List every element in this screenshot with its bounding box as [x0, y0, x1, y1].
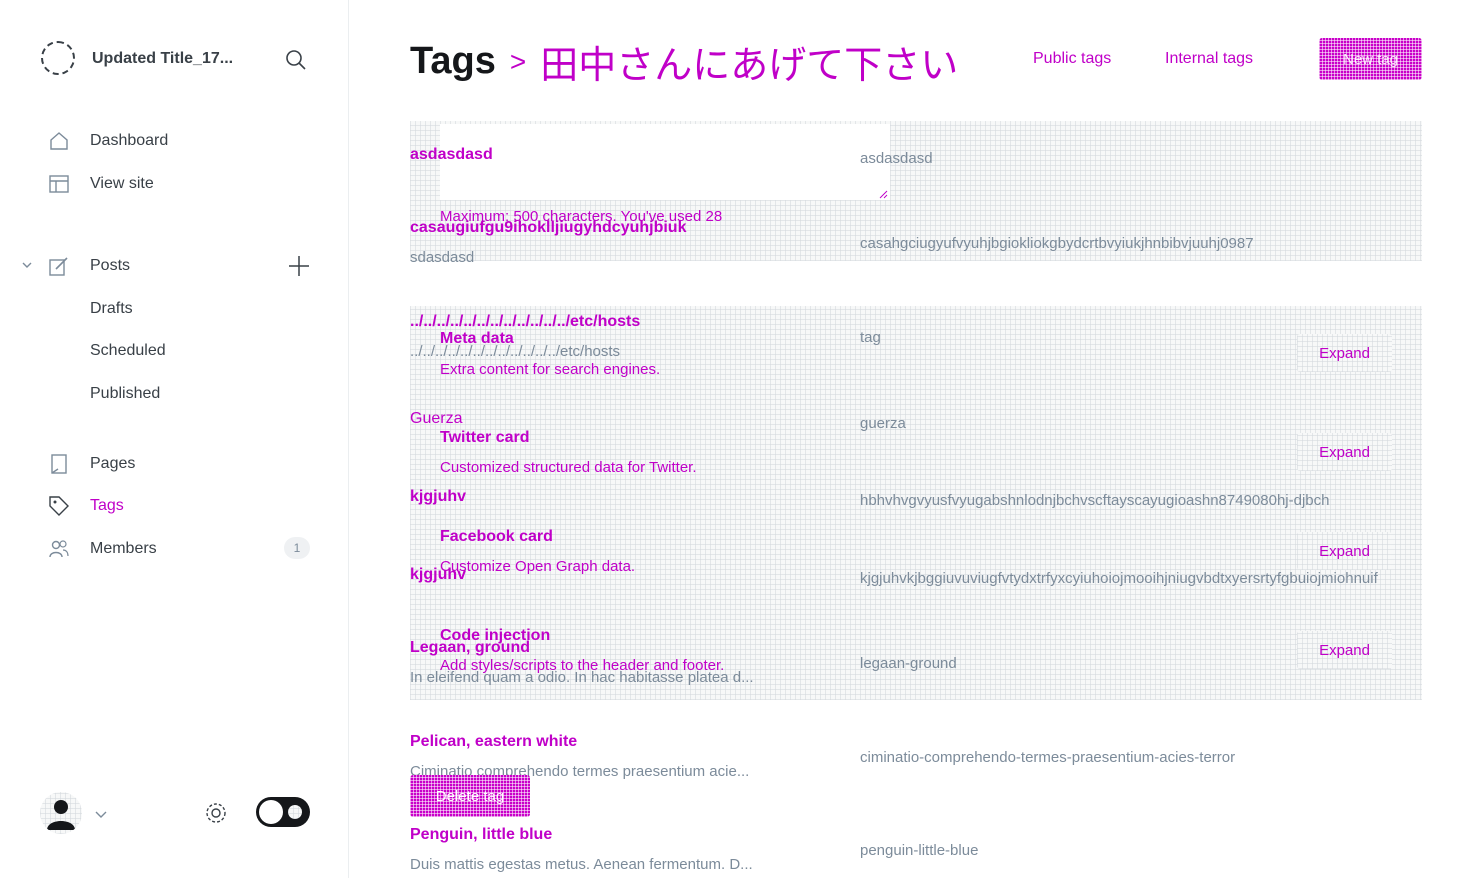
description-textarea[interactable]	[440, 124, 890, 200]
meta-data-title: Meta data	[440, 330, 514, 347]
sidebar-item-view-site[interactable]: View site	[0, 169, 348, 199]
resize-handle-icon	[878, 186, 888, 204]
search-icon[interactable]	[284, 48, 308, 77]
tag-slug: kjgjuhvkjbggiuvuviugfvtydxtrfyxcyiuhoioj…	[860, 570, 1378, 587]
facebook-card-subtitle: Customize Open Graph data.	[440, 558, 636, 575]
sidebar-item-label: Scheduled	[90, 342, 166, 359]
tag-slug: ciminatio-comprehendo-termes-praesentium…	[860, 749, 1236, 766]
tag-description: Duis mattis egestas metus. Aenean fermen…	[410, 856, 753, 873]
sidebar-item-dashboard[interactable]: Dashboard	[0, 126, 348, 156]
tab-internal-tags[interactable]: Internal tags	[1165, 50, 1253, 68]
breadcrumb-tags[interactable]: Tags	[410, 40, 496, 83]
breadcrumb-separator: >	[509, 45, 527, 77]
sidebar-item-pages[interactable]: Pages	[0, 449, 348, 479]
tag-slug: tag	[860, 329, 881, 346]
new-tag-label: New tag	[1342, 50, 1399, 68]
sidebar-item-posts[interactable]: Posts	[0, 251, 280, 281]
add-post-icon[interactable]	[288, 255, 310, 282]
sidebar-item-label: Tags	[90, 497, 124, 514]
tag-name[interactable]: Pelican, eastern white	[410, 733, 577, 751]
dark-mode-toggle[interactable]	[256, 797, 310, 827]
avatar[interactable]	[40, 792, 82, 834]
page-title: 田中さんにあげて下さい	[540, 45, 959, 87]
meta-data-subtitle: Extra content for search engines.	[440, 361, 661, 378]
tag-slug: asdasdasd	[860, 150, 933, 167]
gear-icon[interactable]	[204, 801, 228, 830]
twitter-card-title: Twitter card	[440, 429, 530, 446]
sidebar-item-drafts[interactable]: Drafts	[0, 294, 348, 324]
members-count-badge: 1	[284, 537, 310, 559]
tag-description: sdasdasd	[410, 249, 475, 266]
expand-facebook-card-button[interactable]: Expand	[1297, 532, 1392, 570]
expand-code-injection-button[interactable]: Expand	[1297, 631, 1392, 669]
expand-twitter-card-button[interactable]: Expand	[1297, 433, 1392, 471]
twitter-card-subtitle: Customized structured data for Twitter.	[440, 459, 697, 476]
site-icon[interactable]	[41, 41, 75, 75]
tag-slug: penguin-little-blue	[860, 842, 979, 859]
home-icon	[48, 130, 70, 152]
tag-name[interactable]: casaugiufgu9ihoklljiugyhdcyuhjbiuk	[410, 219, 686, 237]
tag-name[interactable]: kjgjuhv	[410, 488, 466, 506]
breadcrumb: Tags > 田中さんにあげて下さい	[410, 34, 958, 89]
sidebar-item-tags[interactable]: Tags	[0, 491, 348, 521]
layout-icon	[48, 173, 70, 195]
sidebar-item-published[interactable]: Published	[0, 379, 348, 409]
sidebar-item-label: View site	[90, 175, 154, 192]
sidebar: Updated Title_17... Dashboard View site …	[0, 0, 349, 878]
sidebar-item-label: Drafts	[90, 300, 133, 317]
tag-slug: casahgciugyufvyuhjbgiokliokgbydcrtbvyiuk…	[860, 235, 1254, 252]
tag-name[interactable]: Guerza	[410, 410, 462, 428]
tag-name[interactable]: Penguin, little blue	[410, 826, 552, 844]
code-injection-subtitle: Add styles/scripts to the header and foo…	[440, 657, 725, 674]
sidebar-item-label: Members	[90, 540, 157, 557]
sidebar-item-label: Dashboard	[90, 132, 169, 149]
sidebar-item-label: Pages	[90, 455, 136, 472]
tag-name[interactable]: ../../../../../../../../../../../../etc/…	[410, 313, 640, 331]
code-injection-title: Code injection	[440, 627, 551, 644]
edit-icon	[48, 255, 70, 277]
sidebar-item-scheduled[interactable]: Scheduled	[0, 336, 348, 366]
members-icon	[48, 538, 70, 560]
sidebar-item-label: Posts	[90, 257, 131, 274]
facebook-card-title: Facebook card	[440, 528, 553, 545]
tag-slug: hbhvhvgvyusfvyugabshnlodnjbchvscftayscay…	[860, 492, 1330, 509]
moon-icon	[288, 805, 302, 819]
toggle-knob	[259, 800, 283, 824]
tag-icon	[48, 495, 70, 517]
expand-meta-data-button[interactable]: Expand	[1297, 334, 1392, 372]
tag-slug: guerza	[860, 415, 906, 432]
tag-slug: legaan-ground	[860, 655, 957, 672]
new-tag-button[interactable]: New tag	[1319, 38, 1422, 80]
chevron-down-icon[interactable]	[94, 808, 108, 826]
sidebar-item-label: Published	[90, 385, 161, 402]
site-title[interactable]: Updated Title_17...	[92, 50, 233, 68]
delete-tag-label: Delete tag	[435, 787, 505, 805]
tab-public-tags[interactable]: Public tags	[1033, 50, 1111, 68]
delete-tag-button[interactable]: Delete tag	[410, 775, 530, 817]
tag-name[interactable]: asdasdasd	[410, 146, 493, 164]
page-icon	[48, 453, 70, 475]
